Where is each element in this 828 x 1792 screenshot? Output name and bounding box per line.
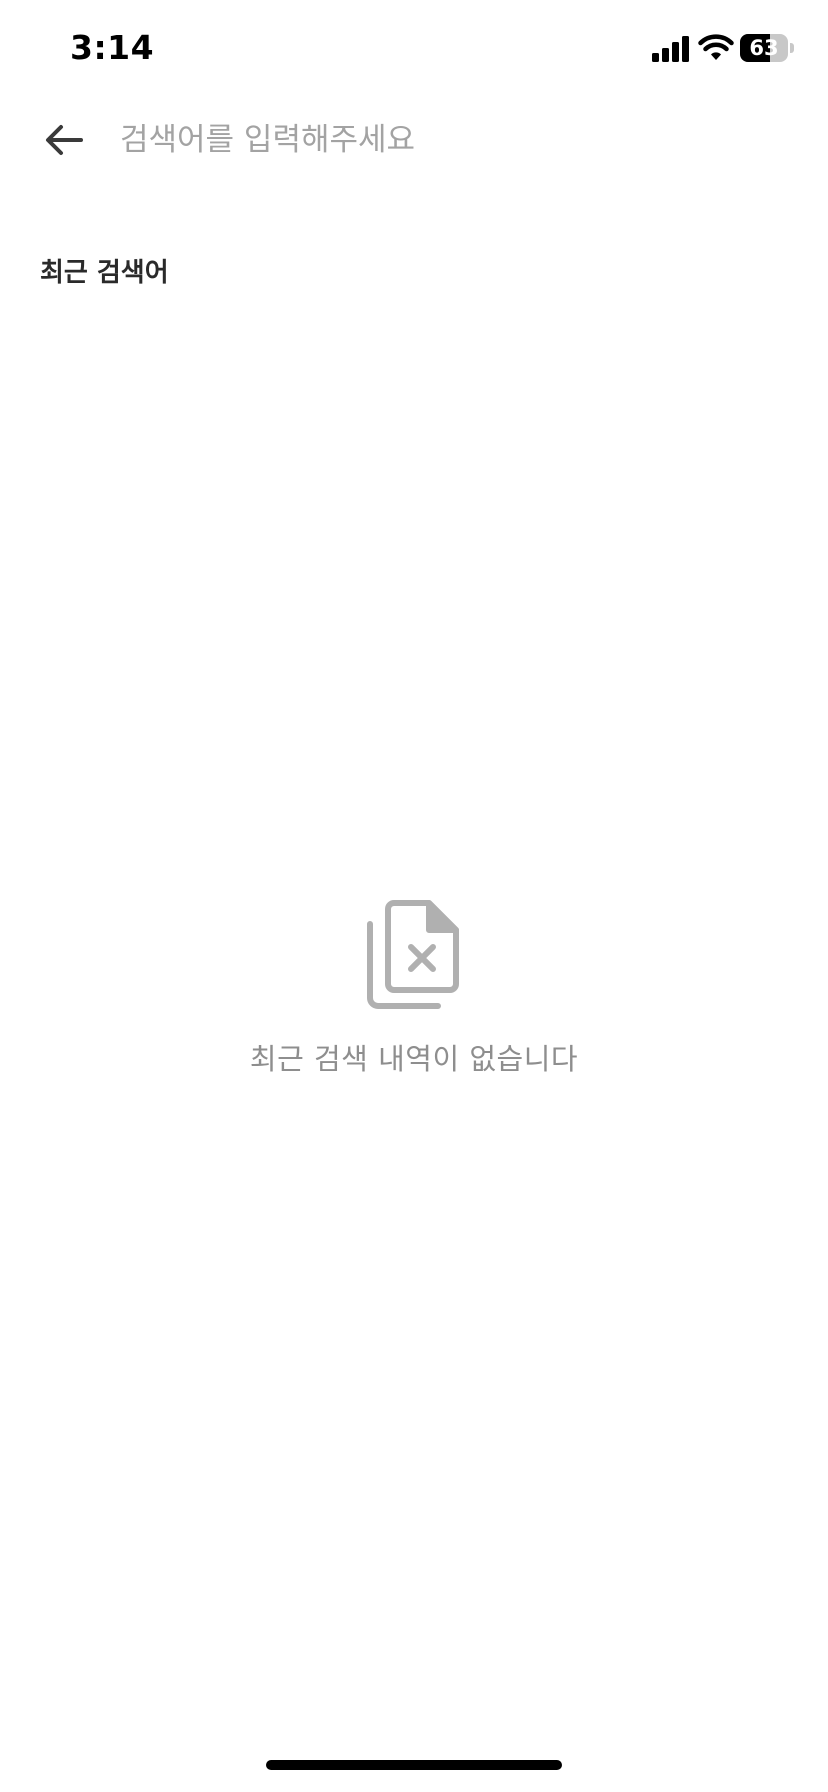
- home-indicator: [266, 1760, 562, 1770]
- status-time: 3:14: [70, 28, 155, 67]
- arrow-left-icon: [46, 125, 83, 155]
- battery-body: 63: [740, 34, 788, 62]
- empty-state: 최근 검색 내역이 없습니다: [0, 900, 828, 1078]
- document-x-icon: [367, 900, 459, 1009]
- recent-searches-title: 최근 검색어: [40, 258, 169, 288]
- search-screen: 3:14 63 최근 검색어: [0, 0, 828, 1792]
- empty-state-message: 최근 검색 내역이 없습니다: [249, 1042, 579, 1076]
- battery-indicator: 63: [740, 34, 794, 62]
- back-button[interactable]: [36, 112, 92, 168]
- search-input[interactable]: [120, 112, 780, 168]
- battery-cap: [790, 43, 794, 53]
- battery-level-text: 63: [749, 36, 779, 60]
- status-bar: 3:14 63: [0, 0, 828, 100]
- wifi-icon: [698, 34, 734, 60]
- cellular-signal-icon: [652, 36, 689, 62]
